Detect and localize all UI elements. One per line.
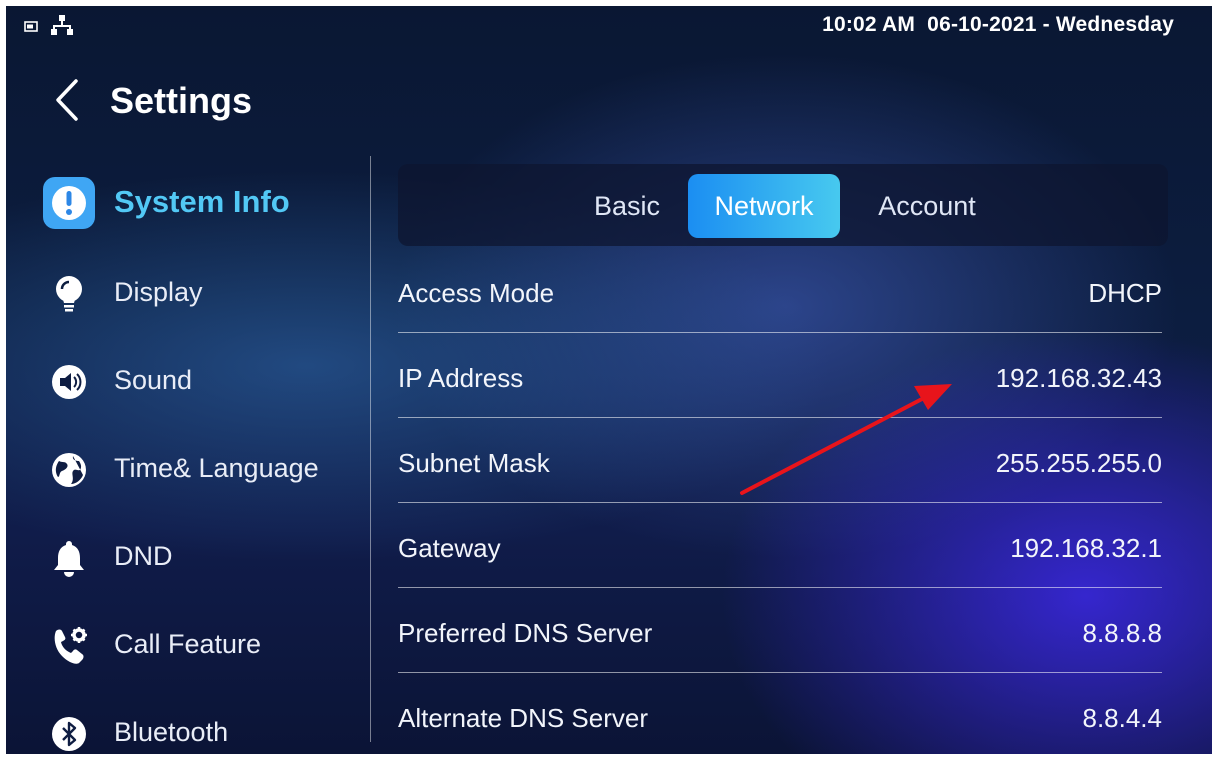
globe-icon (42, 443, 96, 497)
chevron-left-icon (56, 79, 78, 121)
device-screen: 10:02 AM 06-10-2021 - Wednesday Settings… (6, 6, 1212, 754)
sidebar-item-label: Time& Language (114, 453, 319, 483)
speaker-icon (42, 355, 96, 409)
sidebar-item-call-feature[interactable]: Call Feature (42, 615, 362, 675)
row-value: 255.255.255.0 (995, 448, 1162, 478)
row-value: 8.8.4.4 (1082, 703, 1162, 733)
sidebar-item-label: Sound (114, 365, 193, 395)
row-label: Gateway (398, 533, 501, 563)
sidebar-item-label: Display (114, 277, 203, 307)
row-value: 192.168.32.1 (1010, 533, 1162, 563)
tab-account[interactable]: Account (854, 174, 1000, 238)
list-item: Gateway 192.168.32.1 (398, 503, 1162, 588)
sidebar-item-display[interactable]: Display (42, 263, 362, 323)
sidebar-item-dnd[interactable]: DND (42, 527, 362, 587)
sidebar-item-system-info[interactable]: System Info (42, 172, 362, 232)
row-value: DHCP (1088, 278, 1162, 308)
bulb-icon (42, 267, 96, 321)
page-title: Settings (110, 80, 253, 121)
network-icon (50, 14, 74, 43)
row-label: Preferred DNS Server (398, 618, 653, 648)
bluetooth-icon (42, 707, 96, 754)
row-label: IP Address (398, 363, 524, 393)
back-button[interactable] (50, 78, 84, 122)
list-item: Access Mode DHCP (398, 248, 1162, 333)
info-icon (42, 176, 96, 230)
phone-settings-icon (42, 619, 96, 673)
status-bar: 10:02 AM 06-10-2021 - Wednesday (6, 6, 1212, 42)
row-label: Alternate DNS Server (398, 703, 648, 733)
tab-bar: Basic Network Account (398, 164, 1168, 246)
tab-network[interactable]: Network (688, 174, 840, 238)
sidebar-item-label: Call Feature (114, 629, 262, 659)
sidebar-item-label: Bluetooth (114, 717, 229, 747)
status-datetime: 10:02 AM 06-10-2021 - Wednesday (822, 13, 1174, 36)
sidebar-divider (370, 156, 371, 742)
tab-basic[interactable]: Basic (572, 174, 682, 238)
screen-cast-icon (24, 20, 38, 38)
row-label: Subnet Mask (398, 448, 550, 478)
row-value: 192.168.32.43 (995, 363, 1162, 393)
row-value: 8.8.8.8 (1082, 618, 1162, 648)
list-item: IP Address 192.168.32.43 (398, 333, 1162, 418)
network-info-list: Access Mode DHCP IP Address 192.168.32.4… (398, 248, 1162, 754)
list-item: Subnet Mask 255.255.255.0 (398, 418, 1162, 503)
list-item: Preferred DNS Server 8.8.8.8 (398, 588, 1162, 673)
row-label: Access Mode (398, 278, 555, 308)
sidebar-item-sound[interactable]: Sound (42, 351, 362, 411)
sidebar-item-bluetooth[interactable]: Bluetooth (42, 703, 362, 754)
sidebar-item-label: DND (114, 541, 173, 571)
sidebar-item-label: System Info (114, 184, 290, 219)
list-item: Alternate DNS Server 8.8.4.4 (398, 673, 1162, 754)
sidebar-item-time-language[interactable]: Time& Language (42, 439, 362, 499)
bell-icon (42, 531, 96, 585)
